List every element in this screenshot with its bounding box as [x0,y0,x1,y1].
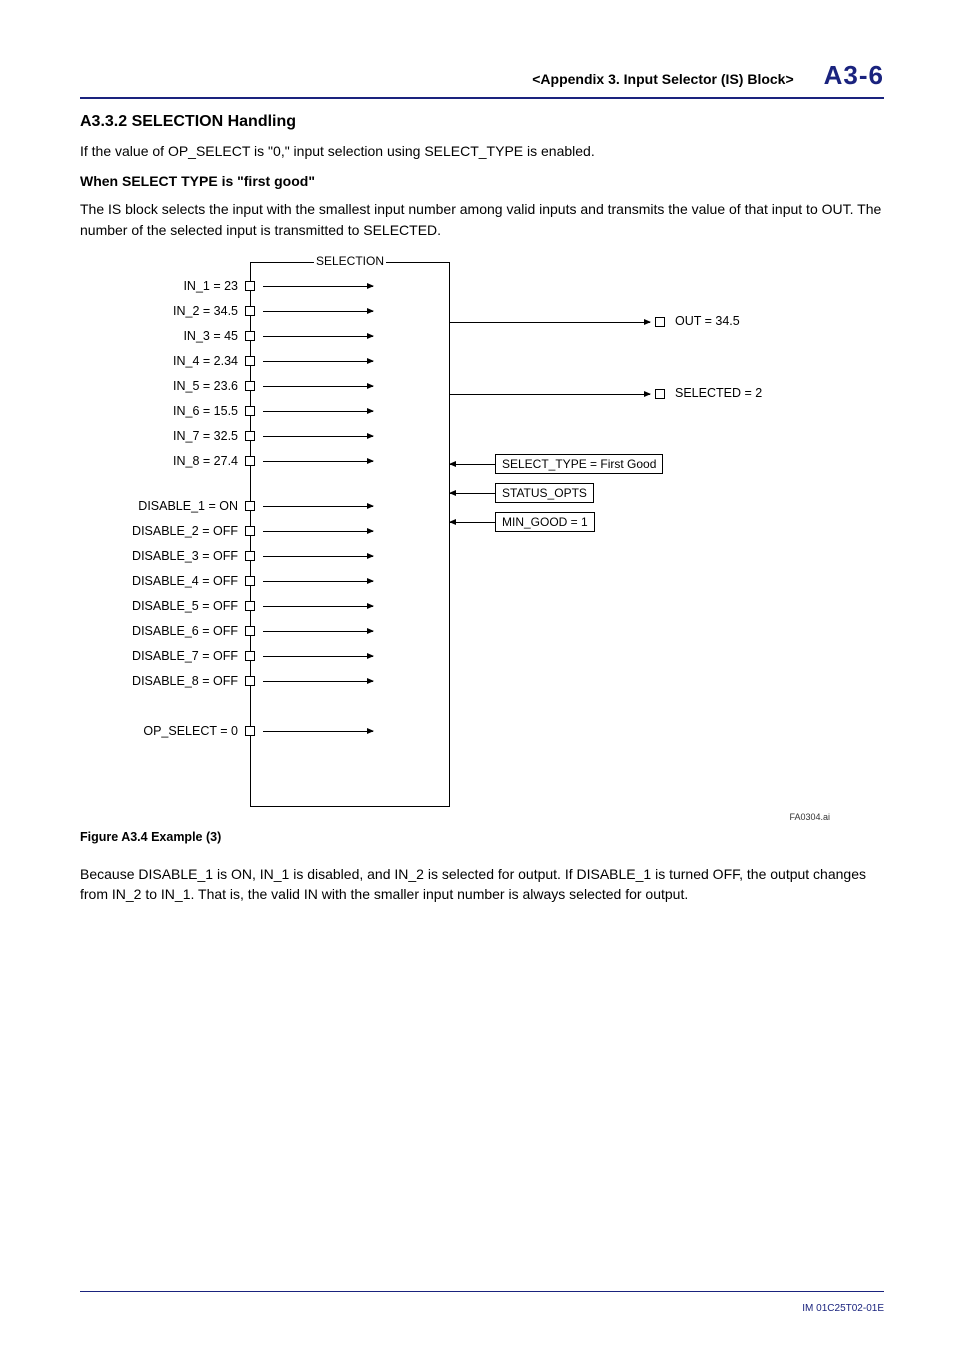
select-type-box: SELECT_TYPE = First Good [495,454,663,474]
selection-title: SELECTION [314,254,386,268]
arrow-icon [263,506,373,507]
in-label: IN_4 = 2.34 [88,354,238,368]
disable-label: DISABLE_6 = OFF [88,624,238,638]
arrow-icon [263,461,373,462]
arrow-icon [450,394,650,395]
arrow-icon [450,322,650,323]
arrow-icon [263,731,373,732]
op-select-label: OP_SELECT = 0 [88,724,238,738]
figure-ref: FA0304.ai [789,812,830,822]
figure-caption: Figure A3.4 Example (3) [80,830,884,844]
arrow-icon [263,581,373,582]
port-icon [245,601,255,611]
port-icon [245,281,255,291]
arrow-icon [450,522,495,523]
disable-label: DISABLE_7 = OFF [88,649,238,663]
port-icon [245,676,255,686]
figure: SELECTION IN_1 = 23 IN_2 = 34.5 IN_3 = 4… [80,252,884,822]
port-icon [245,331,255,341]
out-label: OUT = 34.5 [675,314,740,328]
disable-label: DISABLE_3 = OFF [88,549,238,563]
port-icon [245,501,255,511]
in-label: IN_6 = 15.5 [88,404,238,418]
arrow-icon [263,656,373,657]
arrow-icon [263,531,373,532]
paragraph: If the value of OP_SELECT is "0," input … [80,141,884,161]
arrow-icon [263,286,373,287]
arrow-icon [263,606,373,607]
heading-3: A3.3.2 SELECTION Handling [80,113,884,131]
in-label: IN_5 = 23.6 [88,379,238,393]
page-number: A3-6 [824,60,884,91]
selection-block [250,262,450,807]
port-icon [245,431,255,441]
disable-label: DISABLE_8 = OFF [88,674,238,688]
disable-label: DISABLE_1 = ON [88,499,238,513]
arrow-icon [263,631,373,632]
port-icon [245,651,255,661]
in-label: IN_2 = 34.5 [88,304,238,318]
disable-label: DISABLE_5 = OFF [88,599,238,613]
port-icon [245,381,255,391]
diagram: SELECTION IN_1 = 23 IN_2 = 34.5 IN_3 = 4… [80,252,830,822]
disable-label: DISABLE_4 = OFF [88,574,238,588]
arrow-icon [263,361,373,362]
paragraph: Because DISABLE_1 is ON, IN_1 is disable… [80,864,884,905]
in-label: IN_7 = 32.5 [88,429,238,443]
paragraph: The IS block selects the input with the … [80,199,884,240]
heading-4: When SELECT TYPE is "first good" [80,173,884,189]
arrow-icon [263,311,373,312]
arrow-icon [450,464,495,465]
footer-doc-id: IM 01C25T02-01E [802,1303,884,1314]
port-icon [245,406,255,416]
selected-label: SELECTED = 2 [675,386,762,400]
port-icon [245,576,255,586]
port-icon [245,551,255,561]
status-opts-box: STATUS_OPTS [495,483,594,503]
page-header: <Appendix 3. Input Selector (IS) Block> … [80,60,884,99]
arrow-icon [450,493,495,494]
port-icon [245,456,255,466]
arrow-icon [263,436,373,437]
port-icon [655,317,665,327]
disable-label: DISABLE_2 = OFF [88,524,238,538]
port-icon [245,726,255,736]
port-icon [245,526,255,536]
arrow-icon [263,336,373,337]
port-icon [245,356,255,366]
in-label: IN_3 = 45 [88,329,238,343]
port-icon [245,626,255,636]
port-icon [655,389,665,399]
arrow-icon [263,556,373,557]
port-icon [245,306,255,316]
footer-rule [80,1291,884,1292]
in-label: IN_8 = 27.4 [88,454,238,468]
header-section: <Appendix 3. Input Selector (IS) Block> [532,71,793,87]
min-good-box: MIN_GOOD = 1 [495,512,595,532]
page: <Appendix 3. Input Selector (IS) Block> … [0,0,954,1350]
arrow-icon [263,411,373,412]
arrow-icon [263,386,373,387]
in-label: IN_1 = 23 [88,279,238,293]
arrow-icon [263,681,373,682]
